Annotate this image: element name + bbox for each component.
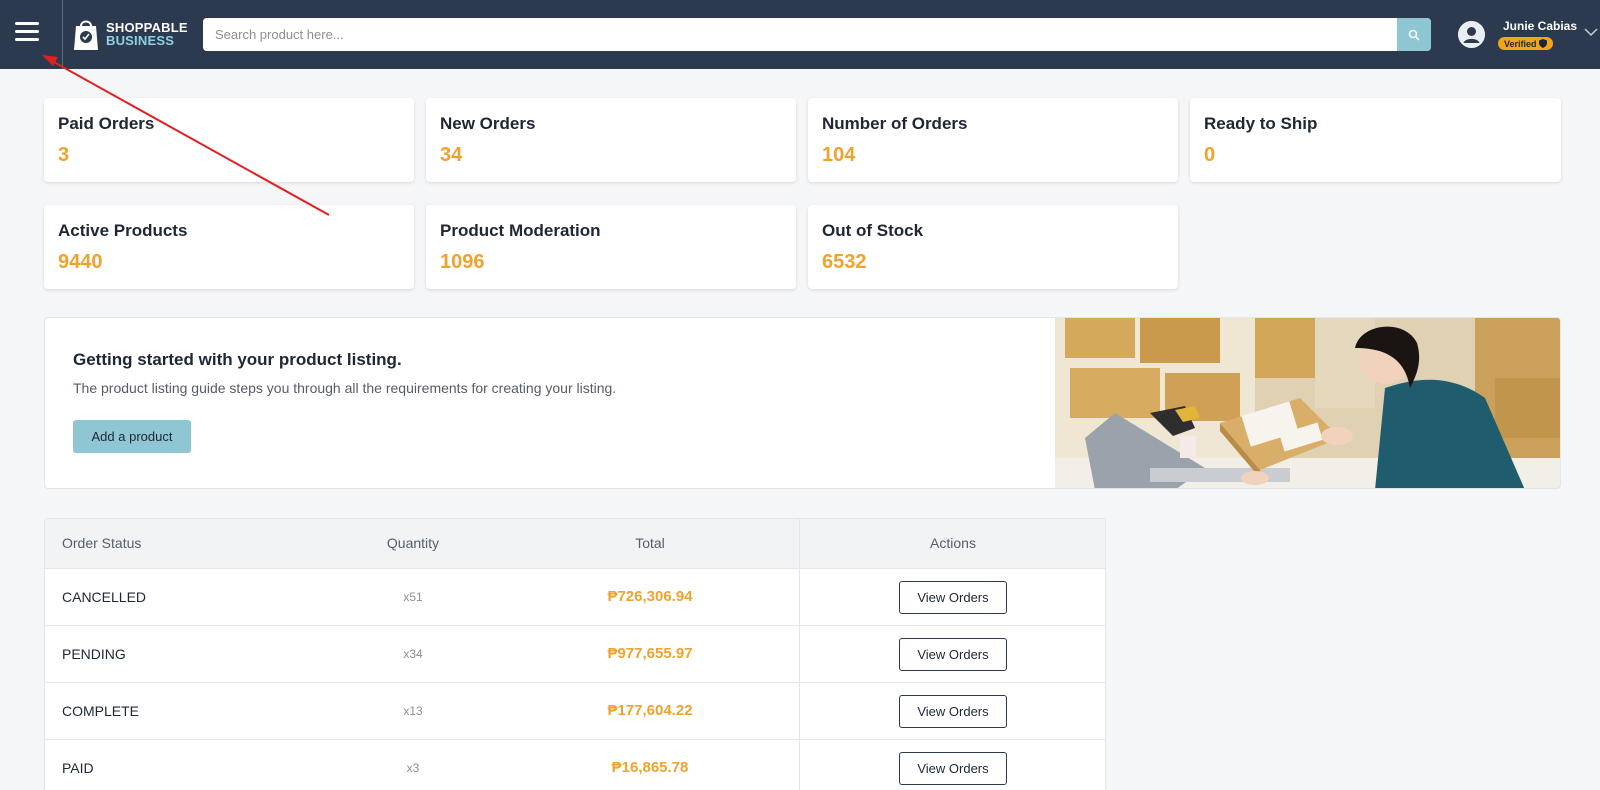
stat-card-product-moderation[interactable]: Product Moderation 1096	[426, 205, 796, 289]
top-navigation-bar: SHOPPABLE BUSINESS Junie Cabias Verified	[0, 0, 1600, 69]
user-avatar[interactable]	[1458, 21, 1485, 48]
view-orders-button[interactable]: View Orders	[899, 581, 1007, 614]
stat-value: 3	[58, 144, 70, 166]
stat-value: 1096	[440, 251, 485, 273]
header-total: Total	[635, 535, 665, 551]
header-order-status: Order Status	[62, 535, 142, 551]
user-icon	[1458, 21, 1485, 48]
stat-card-out-of-stock[interactable]: Out of Stock 6532	[808, 205, 1178, 289]
user-name[interactable]: Junie Cabias	[1503, 19, 1577, 33]
stat-card-paid-orders[interactable]: Paid Orders 3	[44, 98, 414, 182]
quantity-cell: x34	[403, 647, 423, 661]
table-row: PENDING x34 ₱977,655.97 View Orders	[45, 625, 1105, 682]
stat-label: Number of Orders	[822, 114, 968, 133]
stat-label: Out of Stock	[822, 221, 924, 240]
view-orders-button[interactable]: View Orders	[899, 752, 1007, 785]
getting-started-banner: Getting started with your product listin…	[44, 317, 1561, 489]
shield-icon	[1538, 39, 1547, 48]
add-product-button[interactable]: Add a product	[73, 420, 191, 453]
order-status-cell: COMPLETE	[62, 703, 140, 719]
header-divider	[62, 0, 63, 69]
search-input[interactable]	[203, 18, 1397, 51]
table-row: PAID x3 ₱16,865.78 View Orders	[45, 739, 1105, 790]
banner-title: Getting started with your product listin…	[73, 350, 402, 369]
stat-value: 6532	[822, 251, 867, 273]
search-button[interactable]	[1397, 18, 1431, 51]
stat-label: Active Products	[58, 221, 188, 240]
stat-card-new-orders[interactable]: New Orders 34	[426, 98, 796, 182]
total-cell: ₱977,655.97	[607, 645, 693, 662]
order-status-table: Order Status Quantity Total Actions CANC…	[44, 518, 1106, 790]
search-bar	[203, 18, 1431, 51]
shopping-bag-logo-icon	[74, 20, 98, 50]
shoppable-business-logo[interactable]: SHOPPABLE BUSINESS	[72, 16, 188, 52]
banner-photo-seller-packing-boxes	[1055, 318, 1560, 488]
stat-value: 34	[440, 144, 463, 166]
stat-card-active-products[interactable]: Active Products 9440	[44, 205, 414, 289]
view-orders-button[interactable]: View Orders	[899, 695, 1007, 728]
quantity-cell: x13	[403, 704, 423, 718]
stat-card-number-of-orders[interactable]: Number of Orders 104	[808, 98, 1178, 182]
stat-label: Product Moderation	[440, 221, 601, 240]
chevron-down-icon[interactable]	[1584, 28, 1598, 37]
stat-value: 9440	[58, 251, 103, 273]
total-cell: ₱177,604.22	[607, 702, 693, 719]
stat-card-ready-to-ship[interactable]: Ready to Ship 0	[1190, 98, 1561, 182]
table-header: Order Status Quantity Total Actions	[45, 519, 1105, 568]
banner-description: The product listing guide steps you thro…	[73, 380, 617, 396]
header-actions: Actions	[930, 535, 976, 551]
hamburger-menu-icon[interactable]	[15, 22, 39, 44]
stat-label: New Orders	[440, 114, 536, 133]
verified-label: Verified	[1504, 38, 1537, 49]
order-status-cell: CANCELLED	[62, 589, 147, 605]
quantity-cell: x51	[403, 590, 423, 604]
table-row: CANCELLED x51 ₱726,306.94 View Orders	[45, 568, 1105, 625]
verified-badge: Verified	[1498, 37, 1553, 50]
stat-label: Ready to Ship	[1204, 114, 1318, 133]
total-cell: ₱16,865.78	[611, 759, 689, 776]
view-orders-button[interactable]: View Orders	[899, 638, 1007, 671]
stat-value: 0	[1204, 144, 1216, 166]
stat-value: 104	[822, 144, 856, 166]
table-row: COMPLETE x13 ₱177,604.22 View Orders	[45, 682, 1105, 739]
header-quantity: Quantity	[386, 535, 440, 551]
order-status-cell: PENDING	[62, 646, 126, 662]
total-cell: ₱726,306.94	[607, 588, 693, 605]
order-status-cell: PAID	[62, 760, 94, 776]
quantity-cell: x3	[406, 761, 420, 775]
logo-text-business: BUSINESS	[106, 33, 175, 48]
search-icon	[1408, 29, 1420, 41]
stat-label: Paid Orders	[58, 114, 155, 133]
